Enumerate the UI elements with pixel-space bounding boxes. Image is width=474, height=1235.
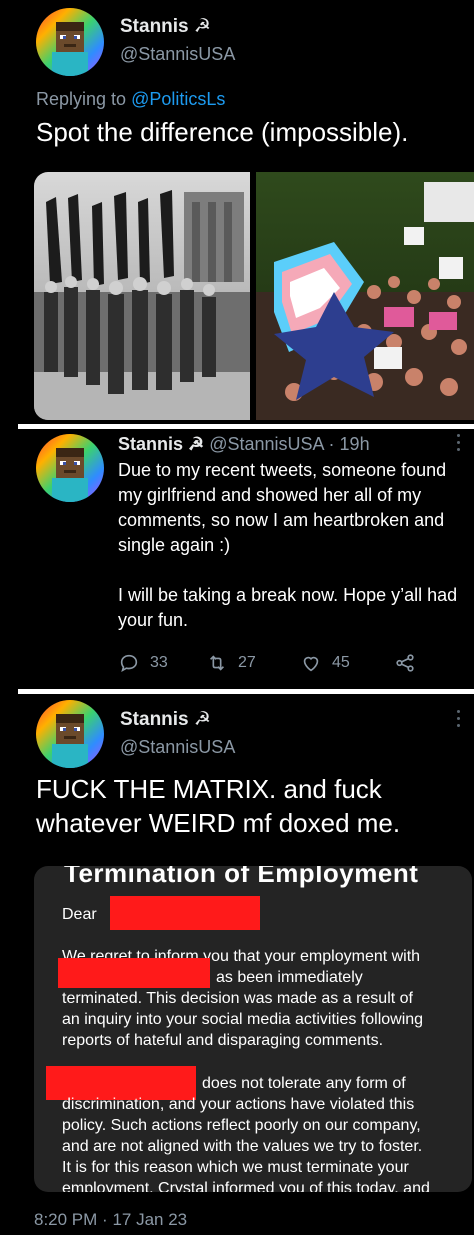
separator: · xyxy=(328,434,335,454)
tweet-footer: 8:20 PM · 17 Jan 23 xyxy=(34,1210,187,1230)
avatar[interactable] xyxy=(36,8,104,76)
tweet-actions: 33 27 45 xyxy=(118,652,438,676)
hammer-sickle-icon: ☭ xyxy=(193,709,211,730)
heart-icon xyxy=(303,656,319,672)
tweet-1[interactable]: Stannis ☭ @StannisUSA Replying to @Polit… xyxy=(0,0,474,424)
retweet-button[interactable]: 27 xyxy=(206,652,256,674)
display-name[interactable]: Stannis ☭ xyxy=(120,708,211,731)
tweet-date[interactable]: 17 Jan 23 xyxy=(112,1210,187,1229)
replying-to: Replying to @PoliticsLs xyxy=(36,89,225,110)
letter-dear: Dear xyxy=(62,906,97,923)
display-name[interactable]: Stannis xyxy=(118,434,183,454)
letter-image[interactable]: Termination of Employment Dear We regret… xyxy=(34,866,472,1192)
avatar[interactable] xyxy=(36,434,104,502)
like-count: 45 xyxy=(332,654,350,671)
tweet-text: FUCK THE MATRIX. and fuck whatever WEIRD… xyxy=(36,772,400,840)
letter-line: employment. Crystal informed you of this… xyxy=(62,1180,430,1192)
more-icon[interactable] xyxy=(455,710,461,730)
like-button[interactable]: 45 xyxy=(300,652,350,674)
display-name[interactable]: Stannis ☭ xyxy=(120,15,211,38)
letter-line: an inquiry into your social media activi… xyxy=(62,1011,424,1028)
tweet-text: Due to my recent tweets, someone found m… xyxy=(118,458,468,658)
retweet-count: 27 xyxy=(238,654,256,671)
letter-line: policy. Such actions reflect poorly on o… xyxy=(62,1117,421,1134)
more-icon[interactable] xyxy=(455,434,461,454)
timestamp[interactable]: 19h xyxy=(340,434,370,454)
tweet-header: Stannis ☭ @StannisUSA · 19h xyxy=(118,434,370,455)
redaction-box xyxy=(110,896,260,930)
avatar[interactable] xyxy=(36,700,104,768)
hammer-sickle-icon: ☭ xyxy=(188,434,205,454)
letter-line: as been immediately xyxy=(216,969,363,986)
retweet-icon xyxy=(209,655,225,671)
letter-title: Termination of Employment xyxy=(64,866,419,888)
reply-icon xyxy=(120,654,138,673)
tweet-time[interactable]: 8:20 PM xyxy=(34,1210,97,1229)
user-handle[interactable]: @StannisUSA xyxy=(209,434,323,454)
user-handle[interactable]: @StannisUSA xyxy=(120,737,235,758)
tweet-media[interactable] xyxy=(34,172,474,420)
letter-line: reports of hateful and disparaging comme… xyxy=(62,1032,384,1049)
parade-photo xyxy=(256,172,474,420)
user-handle[interactable]: @StannisUSA xyxy=(120,44,235,65)
letter-line: terminated. This decision was made as a … xyxy=(62,990,413,1007)
replying-prefix: Replying to xyxy=(36,89,127,109)
tweet-text-line: FUCK THE MATRIX. and fuck xyxy=(36,774,382,804)
letter-line: discrimination, and your actions have vi… xyxy=(62,1096,415,1113)
share-icon xyxy=(396,654,414,672)
reply-count: 33 xyxy=(150,654,168,671)
march-photo xyxy=(34,172,250,420)
tweet-text-line: whatever WEIRD mf doxed me. xyxy=(36,808,401,838)
hammer-sickle-icon: ☭ xyxy=(193,16,211,37)
display-name-text[interactable]: Stannis xyxy=(120,709,189,730)
tweet-paragraph: I will be taking a break now. Hope y’all… xyxy=(118,585,458,630)
separator: · xyxy=(102,1210,108,1229)
share-button[interactable] xyxy=(394,652,426,674)
display-name-text[interactable]: Stannis xyxy=(120,16,189,37)
redaction-box xyxy=(58,958,210,988)
tweet-paragraph: Due to my recent tweets, someone found m… xyxy=(118,460,447,555)
replying-to-link[interactable]: @PoliticsLs xyxy=(131,89,225,109)
letter-line: and are not aligned with the values we t… xyxy=(62,1138,423,1155)
letter-line: It is for this reason which we must term… xyxy=(62,1159,409,1176)
letter-line: does not tolerate any form of xyxy=(202,1075,406,1092)
reply-button[interactable]: 33 xyxy=(118,652,168,674)
tweet-text: Spot the difference (impossible). xyxy=(36,117,409,147)
